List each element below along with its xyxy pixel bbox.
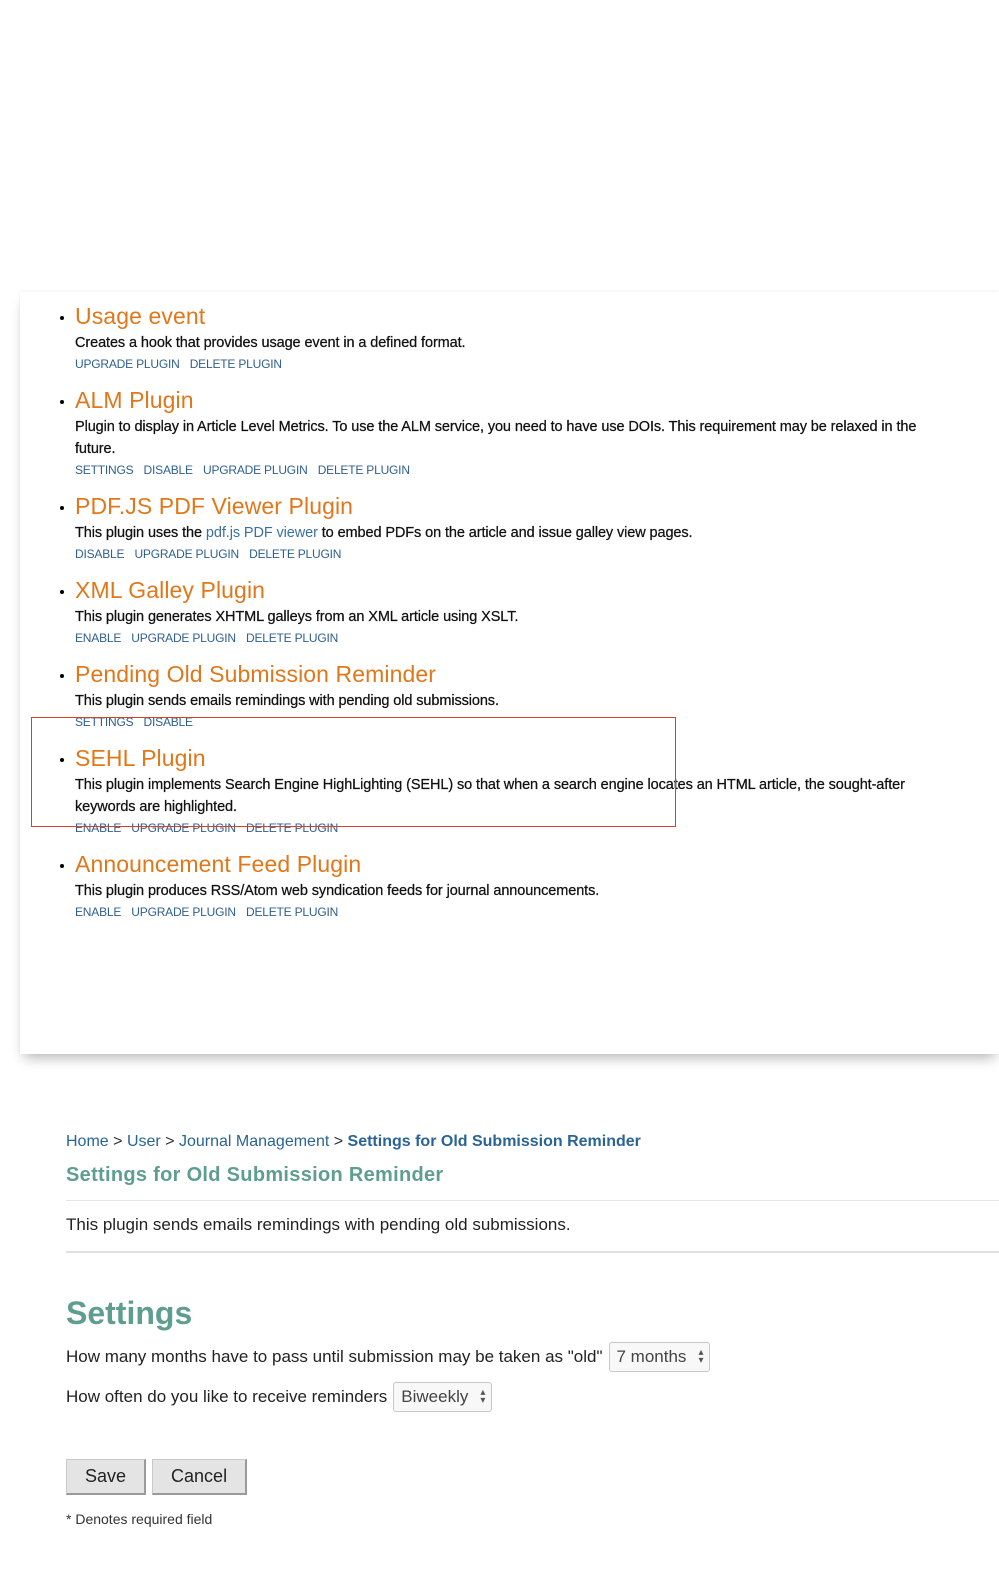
plugin-item-alm: ALM Plugin Plugin to display in Article … xyxy=(60,384,960,480)
disable-link[interactable]: DISABLE xyxy=(75,547,124,561)
delete-plugin-link[interactable]: DELETE PLUGIN xyxy=(190,357,282,371)
plugin-item-xml-galley: XML Galley Plugin This plugin generates … xyxy=(60,574,960,648)
desc-text: to embed PDFs on the article and issue g… xyxy=(317,525,693,541)
plugin-description: This plugin generates XHTML galleys from… xyxy=(75,609,519,625)
breadcrumb-separator: > xyxy=(333,1133,344,1150)
delete-plugin-link[interactable]: DELETE PLUGIN xyxy=(246,821,338,835)
cancel-button[interactable]: Cancel xyxy=(152,1459,248,1495)
bullet xyxy=(60,758,64,762)
plugin-actions: UPGRADE PLUGIN DELETE PLUGIN xyxy=(75,354,960,374)
plugin-description: This plugin sends emails remindings with… xyxy=(75,693,499,709)
plugin-item-pdfjs: PDF.JS PDF Viewer Plugin This plugin use… xyxy=(60,490,960,564)
plugin-title: Pending Old Submission Reminder xyxy=(75,661,437,687)
upgrade-plugin-link[interactable]: UPGRADE PLUGIN xyxy=(203,463,308,477)
plugin-description: This plugin implements Search Engine Hig… xyxy=(75,777,905,815)
plugin-actions: SETTINGS DISABLE UPGRADE PLUGIN DELETE P… xyxy=(75,460,960,480)
upgrade-plugin-link[interactable]: UPGRADE PLUGIN xyxy=(75,357,180,371)
frequency-select-value: Biweekly xyxy=(401,1387,469,1406)
section-title: Settings xyxy=(66,1295,193,1331)
form-buttons: Save Cancel xyxy=(66,1459,999,1495)
plugin-title: ALM Plugin xyxy=(75,387,194,413)
breadcrumb: Home > User > Journal Management > Setti… xyxy=(66,1130,999,1154)
bullet xyxy=(60,674,64,678)
plugin-actions: ENABLE UPGRADE PLUGIN DELETE PLUGIN xyxy=(75,818,960,838)
frequency-select[interactable]: Biweekly ▴ ▾ xyxy=(393,1382,493,1412)
plugin-description: This plugin uses the pdf.js PDF viewer t… xyxy=(75,522,960,544)
plugin-title: XML Galley Plugin xyxy=(75,577,266,603)
breadcrumb-separator: > xyxy=(113,1133,123,1150)
desc-text: This plugin uses the xyxy=(75,525,206,541)
breadcrumb-home[interactable]: Home xyxy=(66,1133,109,1150)
months-row: How many months have to pass until submi… xyxy=(66,1341,999,1373)
select-arrows-icon: ▴ ▾ xyxy=(698,1347,704,1366)
enable-link[interactable]: ENABLE xyxy=(75,821,121,835)
plugin-actions: SETTINGS DISABLE xyxy=(75,712,960,732)
delete-plugin-link[interactable]: DELETE PLUGIN xyxy=(246,631,338,645)
bullet xyxy=(60,316,64,320)
months-select[interactable]: 7 months ▴ ▾ xyxy=(608,1342,711,1372)
plugin-title: Announcement Feed Plugin xyxy=(75,851,362,877)
enable-link[interactable]: ENABLE xyxy=(75,905,121,919)
plugin-title: PDF.JS PDF Viewer Plugin xyxy=(75,493,354,519)
plugin-title: Usage event xyxy=(75,303,206,329)
plugin-description: Creates a hook that provides usage event… xyxy=(75,335,466,351)
upgrade-plugin-link[interactable]: UPGRADE PLUGIN xyxy=(131,821,236,835)
page-title: Settings for Old Submission Reminder xyxy=(66,1164,444,1186)
delete-plugin-link[interactable]: DELETE PLUGIN xyxy=(249,547,341,561)
plugin-description: Plugin to display in Article Level Metri… xyxy=(75,419,917,457)
disable-link[interactable]: DISABLE xyxy=(144,715,193,729)
bullet xyxy=(60,506,64,510)
disable-link[interactable]: DISABLE xyxy=(144,463,193,477)
frequency-row: How often do you like to receive reminde… xyxy=(66,1381,999,1413)
upgrade-plugin-link[interactable]: UPGRADE PLUGIN xyxy=(134,547,239,561)
plugin-list-panel: Usage event Creates a hook that provides… xyxy=(20,292,999,1054)
bullet xyxy=(60,400,64,404)
upgrade-plugin-link[interactable]: UPGRADE PLUGIN xyxy=(131,631,236,645)
delete-plugin-link[interactable]: DELETE PLUGIN xyxy=(318,463,410,477)
bullet xyxy=(60,590,64,594)
upgrade-plugin-link[interactable]: UPGRADE PLUGIN xyxy=(131,905,236,919)
months-select-value: 7 months xyxy=(616,1347,687,1366)
settings-page: Home > User > Journal Management > Setti… xyxy=(66,1130,999,1527)
plugin-actions: ENABLE UPGRADE PLUGIN DELETE PLUGIN xyxy=(75,902,960,922)
plugin-item-sehl: SEHL Plugin This plugin implements Searc… xyxy=(60,742,960,838)
breadcrumb-separator: > xyxy=(165,1133,175,1150)
plugin-description: This plugin produces RSS/Atom web syndic… xyxy=(75,883,600,899)
divider xyxy=(66,1251,999,1253)
plugin-description: This plugin sends emails remindings with… xyxy=(66,1215,571,1234)
divider xyxy=(66,1200,999,1201)
settings-link[interactable]: SETTINGS xyxy=(75,715,134,729)
plugin-item-usage-event: Usage event Creates a hook that provides… xyxy=(60,300,960,374)
plugin-title: SEHL Plugin xyxy=(75,745,206,771)
select-arrows-icon: ▴ ▾ xyxy=(480,1387,486,1406)
breadcrumb-current[interactable]: Settings for Old Submission Reminder xyxy=(348,1133,641,1150)
save-button[interactable]: Save xyxy=(66,1459,147,1495)
breadcrumb-journal-management[interactable]: Journal Management xyxy=(179,1133,329,1150)
plugin-actions: DISABLE UPGRADE PLUGIN DELETE PLUGIN xyxy=(75,544,960,564)
plugin-item-announcement-feed: Announcement Feed Plugin This plugin pro… xyxy=(60,848,960,922)
breadcrumb-user[interactable]: User xyxy=(127,1133,161,1150)
enable-link[interactable]: ENABLE xyxy=(75,631,121,645)
frequency-label: How often do you like to receive reminde… xyxy=(66,1387,388,1406)
required-field-note: * Denotes required field xyxy=(66,1511,213,1527)
settings-link[interactable]: SETTINGS xyxy=(75,463,134,477)
delete-plugin-link[interactable]: DELETE PLUGIN xyxy=(246,905,338,919)
plugin-actions: ENABLE UPGRADE PLUGIN DELETE PLUGIN xyxy=(75,628,960,648)
plugin-list: Usage event Creates a hook that provides… xyxy=(60,300,960,932)
pdfjs-viewer-link[interactable]: pdf.js PDF viewer xyxy=(206,525,318,541)
months-label: How many months have to pass until submi… xyxy=(66,1347,603,1366)
bullet xyxy=(60,864,64,868)
plugin-item-pending-old-submission-reminder: Pending Old Submission Reminder This plu… xyxy=(60,658,960,732)
